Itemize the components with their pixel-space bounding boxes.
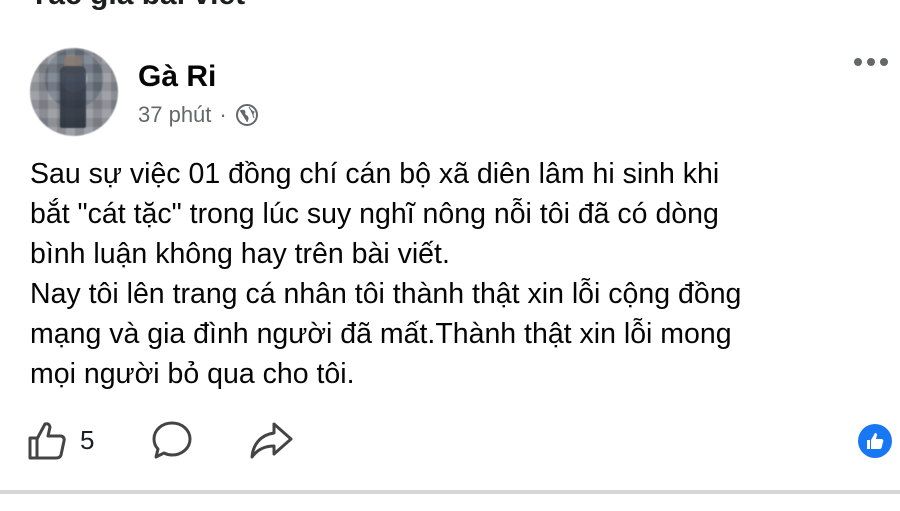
post-divider	[0, 490, 900, 494]
meta-separator: ·	[219, 102, 227, 127]
author-avatar[interactable]	[30, 48, 118, 136]
post-body-text: Sau sự việc 01 đồng chí cán bộ xã diên l…	[30, 158, 742, 390]
like-count: 5	[80, 424, 95, 455]
share-arrow-icon	[250, 422, 293, 459]
comment-button[interactable]	[150, 418, 194, 462]
like-reaction-icon[interactable]	[858, 424, 892, 458]
share-button[interactable]	[248, 418, 294, 462]
author-name[interactable]: Gà Ri	[138, 60, 216, 94]
thumbs-up-icon	[28, 422, 66, 460]
more-options-button[interactable]	[854, 58, 888, 66]
post-meta: 37 phút ·	[138, 102, 259, 128]
more-options-icon	[854, 58, 862, 66]
post-action-bar: 5	[24, 418, 294, 462]
like-badge-thumb	[867, 433, 884, 449]
globe-icon[interactable]	[235, 103, 259, 127]
like-button[interactable]: 5	[24, 418, 94, 462]
more-options-dot	[880, 58, 888, 66]
avatar-pixel-figure	[60, 66, 86, 128]
truncated-heading: Tác giả bài viết	[30, 0, 245, 12]
post-timestamp[interactable]: 37 phút	[138, 102, 211, 128]
comment-bubble-icon	[152, 421, 192, 459]
more-options-dot	[867, 58, 875, 66]
